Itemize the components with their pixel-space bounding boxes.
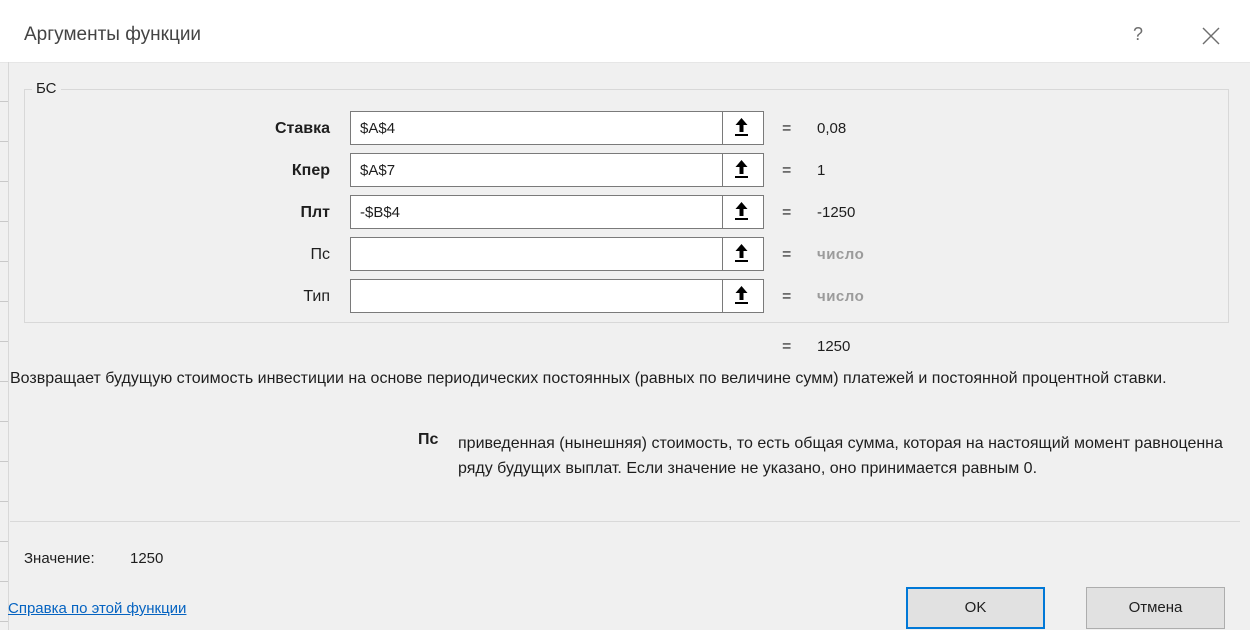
arg-result-nper: 1: [817, 162, 826, 179]
function-arguments-dialog: Аргументы функции ? БС Ставка $A$4 = 0,0…: [0, 0, 1250, 630]
arg-input-nper[interactable]: $A$7: [350, 153, 764, 187]
collapse-dialog-button[interactable]: [722, 112, 763, 144]
upload-arrow-icon: [735, 118, 748, 136]
arg-input-value: -$B$4: [360, 204, 401, 221]
equals-sign: =: [782, 162, 792, 179]
cancel-button[interactable]: Отмена: [1086, 587, 1225, 629]
arg-result-type: число: [817, 288, 865, 305]
param-description: приведенная (нынешняя) стоимость, то ест…: [458, 435, 1223, 477]
upload-arrow-icon: [735, 160, 748, 178]
param-name: Пс: [418, 431, 439, 448]
arg-label-type: Тип: [303, 288, 330, 305]
collapse-dialog-button[interactable]: [722, 238, 763, 270]
collapse-dialog-button[interactable]: [722, 154, 763, 186]
arg-label-pmt: Плт: [300, 204, 331, 221]
ok-button[interactable]: OK: [906, 587, 1045, 629]
upload-arrow-icon: [735, 202, 748, 220]
upload-arrow-icon: [735, 244, 748, 262]
arg-input-pv[interactable]: [350, 237, 764, 271]
function-description: Возвращает будущую стоимость инвестиции …: [10, 370, 1167, 387]
equals-sign: =: [782, 120, 792, 137]
value-result: 1250: [130, 550, 164, 567]
sheet-edge-ruler: [0, 62, 9, 630]
help-button[interactable]: ?: [1124, 20, 1152, 48]
function-name: БС: [32, 80, 61, 97]
arg-input-rate[interactable]: $A$4: [350, 111, 764, 145]
arg-label-pv: Пс: [310, 246, 331, 263]
arg-label-nper: Кпер: [291, 162, 330, 179]
title-bar: Аргументы функции ?: [0, 0, 1250, 63]
arg-input-type[interactable]: [350, 279, 764, 313]
divider: [10, 521, 1240, 522]
arg-label-rate: Ставка: [274, 120, 330, 137]
help-link[interactable]: Справка по этой функции: [8, 600, 186, 617]
arg-result-pv: число: [817, 246, 865, 263]
formula-result: 1250: [817, 338, 851, 355]
dialog-title: Аргументы функции: [24, 24, 202, 45]
arg-input-value: $A$7: [360, 162, 396, 179]
close-icon[interactable]: [1197, 22, 1225, 50]
arg-result-rate: 0,08: [817, 120, 847, 137]
value-label: Значение:: [24, 550, 95, 567]
arg-result-pmt: -1250: [817, 204, 856, 221]
equals-sign: =: [782, 204, 792, 221]
upload-arrow-icon: [735, 286, 748, 304]
equals-sign: =: [782, 338, 792, 355]
arg-input-pmt[interactable]: -$B$4: [350, 195, 764, 229]
equals-sign: =: [782, 288, 792, 305]
collapse-dialog-button[interactable]: [722, 196, 763, 228]
arg-input-value: $A$4: [360, 120, 396, 137]
equals-sign: =: [782, 246, 792, 263]
collapse-dialog-button[interactable]: [722, 280, 763, 312]
